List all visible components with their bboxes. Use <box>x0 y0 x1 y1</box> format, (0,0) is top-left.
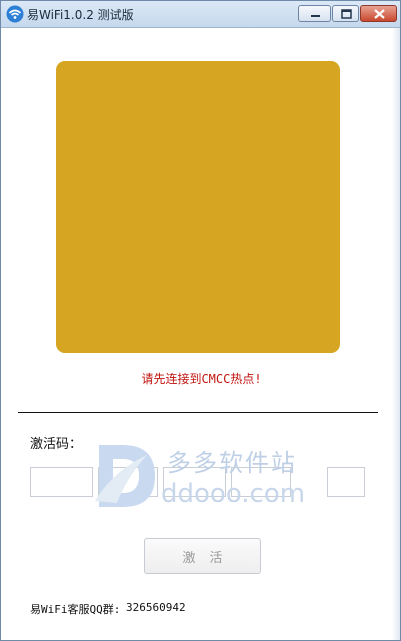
close-icon <box>374 9 385 19</box>
activation-code-label: 激活码： <box>30 437 83 452</box>
wifi-icon <box>6 5 24 23</box>
minimize-button[interactable] <box>298 5 331 22</box>
minimize-icon <box>311 15 320 17</box>
activation-code-field-1[interactable] <box>30 467 93 497</box>
qq-group-number: 326560942 <box>126 601 186 614</box>
activation-code-field-4[interactable] <box>231 467 291 497</box>
status-message: 请先连接到CMCC热点! <box>141 372 262 386</box>
title-bar[interactable]: 易WiFi1.0.2 测试版 <box>1 1 400 28</box>
qq-group-label: 易WiFi客服QQ群: <box>30 603 121 616</box>
app-window: 易WiFi1.0.2 测试版 请先连接到CMCC热点! 激活码： 多多软件站 d… <box>0 0 401 641</box>
divider <box>18 412 378 413</box>
activation-code-field-5[interactable] <box>327 467 365 497</box>
right-edge-strip <box>392 28 400 640</box>
maximize-button[interactable] <box>332 5 359 22</box>
window-title: 易WiFi1.0.2 测试版 <box>27 8 134 22</box>
close-button[interactable] <box>360 5 397 22</box>
qr-code-placeholder <box>56 61 340 353</box>
activate-button[interactable]: 激活 <box>144 538 261 574</box>
activation-code-field-3[interactable] <box>163 467 226 497</box>
activation-code-field-2[interactable] <box>98 467 158 497</box>
maximize-icon <box>341 9 352 19</box>
